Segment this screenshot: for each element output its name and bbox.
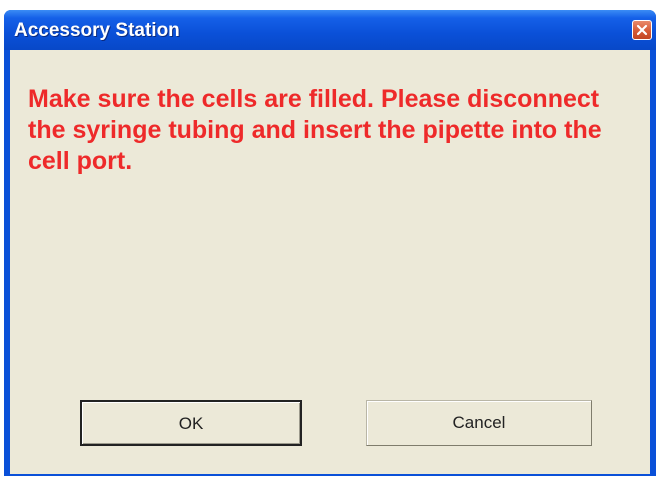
ok-button[interactable]: OK [80, 400, 302, 446]
close-button[interactable] [632, 20, 652, 40]
window-title: Accessory Station [14, 20, 180, 41]
dialog-body: Make sure the cells are filled. Please d… [10, 50, 650, 474]
close-icon [636, 24, 648, 36]
dialog-window: Accessory Station Make sure the cells ar… [4, 10, 656, 476]
dialog-message: Make sure the cells are filled. Please d… [28, 85, 602, 175]
cancel-button[interactable]: Cancel [366, 400, 592, 446]
title-bar[interactable]: Accessory Station [4, 10, 656, 50]
